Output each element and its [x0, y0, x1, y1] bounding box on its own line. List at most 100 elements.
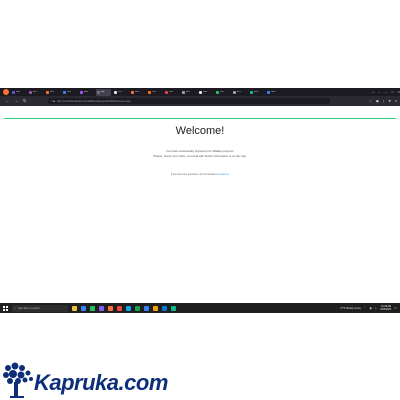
taskbar-app-icon[interactable]: [126, 305, 131, 311]
browser-tab[interactable]: New: [266, 89, 281, 96]
menu-icon[interactable]: ≡: [395, 99, 397, 103]
header-divider: [4, 118, 396, 119]
tab-label: Wo: [101, 91, 105, 93]
notifications-icon[interactable]: ▭: [394, 306, 397, 310]
taskbar-app-icon[interactable]: [171, 305, 176, 311]
taskbar-app-icon[interactable]: [99, 305, 104, 311]
browser-tab[interactable]: All P: [232, 89, 247, 96]
taskbar-app-icon[interactable]: [90, 305, 95, 311]
browser-tab[interactable]: Seo: [62, 89, 77, 96]
tab-label: All P: [237, 91, 242, 93]
taskbar-app-icon[interactable]: [135, 305, 140, 311]
stage: Kap All P Seo Seo Alex Wo Chr Seo Jan Latt Hov Hert…: [0, 0, 400, 400]
browser-tab[interactable]: Wo: [96, 88, 111, 96]
taskbar-apps: [68, 305, 176, 311]
tab-favicon-icon: [131, 90, 134, 94]
minimize-button[interactable]: —: [385, 90, 388, 94]
tab-favicon-icon: [250, 90, 253, 94]
forward-icon[interactable]: →: [14, 99, 18, 103]
browser-tab[interactable]: Chr: [113, 89, 128, 96]
windows-start-icon[interactable]: [3, 305, 8, 311]
tab-label: Hov: [186, 91, 190, 93]
browser-tab-bar: Kap All P Seo Seo Alex Wo Chr Seo Jan Latt Hov Hert…: [0, 88, 400, 96]
lock-icon: 🔒︎: [53, 99, 55, 103]
windows-taskbar: ⌕ Type here to search 27°F Mostly sunny …: [0, 303, 400, 313]
tab-favicon-icon: [267, 90, 270, 94]
page-content: Welcome! You have successfully signed up…: [0, 106, 400, 303]
tabbar-controls: + ⌄ — □ ✕: [368, 90, 400, 94]
email-message: Please, check your inbox, an email with …: [153, 154, 247, 158]
taskbar-app-icon[interactable]: [162, 305, 167, 311]
system-tray: 27°F Mostly sunny ⌃ ◉ ♪ 10:46 AM 8/23/20…: [340, 305, 397, 311]
browser-tab[interactable]: Bost: [249, 89, 264, 96]
network-icon[interactable]: ◉: [369, 306, 372, 310]
tab-label: Seo: [67, 91, 71, 93]
browser-tab[interactable]: Jan: [147, 89, 162, 96]
navigation-bar: ← → ↻ ⛉ 🔒︎ http://merchant.kapruka.com/a…: [0, 96, 400, 106]
contact-us-link[interactable]: contact us: [218, 173, 229, 176]
taskbar-app-icon[interactable]: [108, 305, 113, 311]
kapruka-logo: Kapruka.com: [0, 360, 168, 400]
contact-note: If you have any questions, do not hesita…: [0, 173, 400, 176]
tab-label: Seo: [135, 91, 139, 93]
tab-label: Jan: [152, 91, 156, 93]
browser-tab[interactable]: Seo: [45, 89, 60, 96]
tab-favicon-icon: [29, 90, 32, 94]
contact-text: If you have any questions, do not hesita…: [170, 173, 218, 176]
weather-widget[interactable]: 27°F Mostly sunny: [340, 307, 361, 310]
pocket-icon[interactable]: ▣: [376, 99, 379, 103]
tab-label: Bost: [254, 91, 259, 93]
browser-tab[interactable]: Alex: [79, 89, 94, 96]
browser-tab[interactable]: Kap: [11, 89, 26, 96]
clock[interactable]: 10:46 AM 8/23/2022: [381, 305, 392, 311]
taskbar-search-input[interactable]: ⌕ Type here to search: [12, 304, 68, 312]
tab-favicon-icon: [199, 90, 202, 94]
reload-icon[interactable]: ↻: [23, 99, 26, 103]
taskbar-app-icon[interactable]: [144, 305, 149, 311]
tab-favicon-icon: [182, 90, 185, 94]
search-icon: ⌕: [14, 306, 16, 310]
taskbar-app-icon[interactable]: [153, 305, 158, 311]
taskbar-app-icon[interactable]: [81, 305, 86, 311]
tab-favicon-icon: [63, 90, 66, 94]
taskbar-app-icon[interactable]: [72, 305, 77, 311]
tab-label: Chr: [118, 91, 122, 93]
download-icon[interactable]: ⤓: [383, 99, 384, 103]
tab-label: New: [271, 91, 276, 93]
tab-list-button[interactable]: ⌄: [378, 90, 381, 94]
tab-label: Seo: [50, 91, 54, 93]
tab-favicon-icon: [114, 90, 117, 94]
logo-text: Kapruka.com: [34, 370, 168, 395]
tab-label: Kap: [16, 91, 20, 93]
bookmark-star-icon[interactable]: ☆: [369, 99, 372, 103]
chevron-up-icon[interactable]: ⌃: [364, 306, 367, 310]
back-icon[interactable]: ←: [5, 99, 9, 103]
clock-date: 8/23/2022: [380, 308, 392, 311]
success-message: You have successfully signed up for affi…: [165, 149, 235, 153]
tab-favicon-icon: [97, 90, 100, 94]
tab-label: All P: [33, 91, 38, 93]
tab-label: Jau: [220, 91, 224, 93]
taskbar-app-icon[interactable]: [117, 305, 122, 311]
tab-favicon-icon: [165, 90, 168, 94]
browser-tab[interactable]: Hov: [181, 89, 196, 96]
page-title: Welcome!: [175, 125, 225, 137]
tab-label: Alex: [84, 91, 89, 93]
tab-label: Hert: [203, 91, 208, 93]
browser-tab[interactable]: Latt: [164, 89, 179, 96]
address-bar[interactable]: ⛉ 🔒︎ http://merchant.kapruka.com/affilia…: [48, 98, 331, 104]
tab-label: Latt: [169, 91, 173, 93]
tab-favicon-icon: [46, 90, 49, 94]
toolbar-icons: ☆ ▣ ⤓ ❖ ≡: [365, 99, 397, 103]
browser-tab[interactable]: Seo: [130, 89, 145, 96]
url-text: http://merchant.kapruka.com/affiliatesSi…: [56, 99, 131, 103]
screenshot: Kap All P Seo Seo Alex Wo Chr Seo Jan Latt Hov Hert…: [0, 88, 400, 313]
browser-tab[interactable]: Hert: [198, 89, 213, 96]
volume-icon[interactable]: ♪: [375, 306, 377, 310]
extensions-icon[interactable]: ❖: [388, 99, 391, 103]
browser-tab[interactable]: Jau: [215, 89, 230, 96]
new-tab-button[interactable]: +: [372, 90, 374, 94]
tab-favicon-icon: [80, 90, 83, 94]
maximize-button[interactable]: □: [392, 90, 394, 94]
browser-tab[interactable]: All P: [28, 89, 43, 96]
